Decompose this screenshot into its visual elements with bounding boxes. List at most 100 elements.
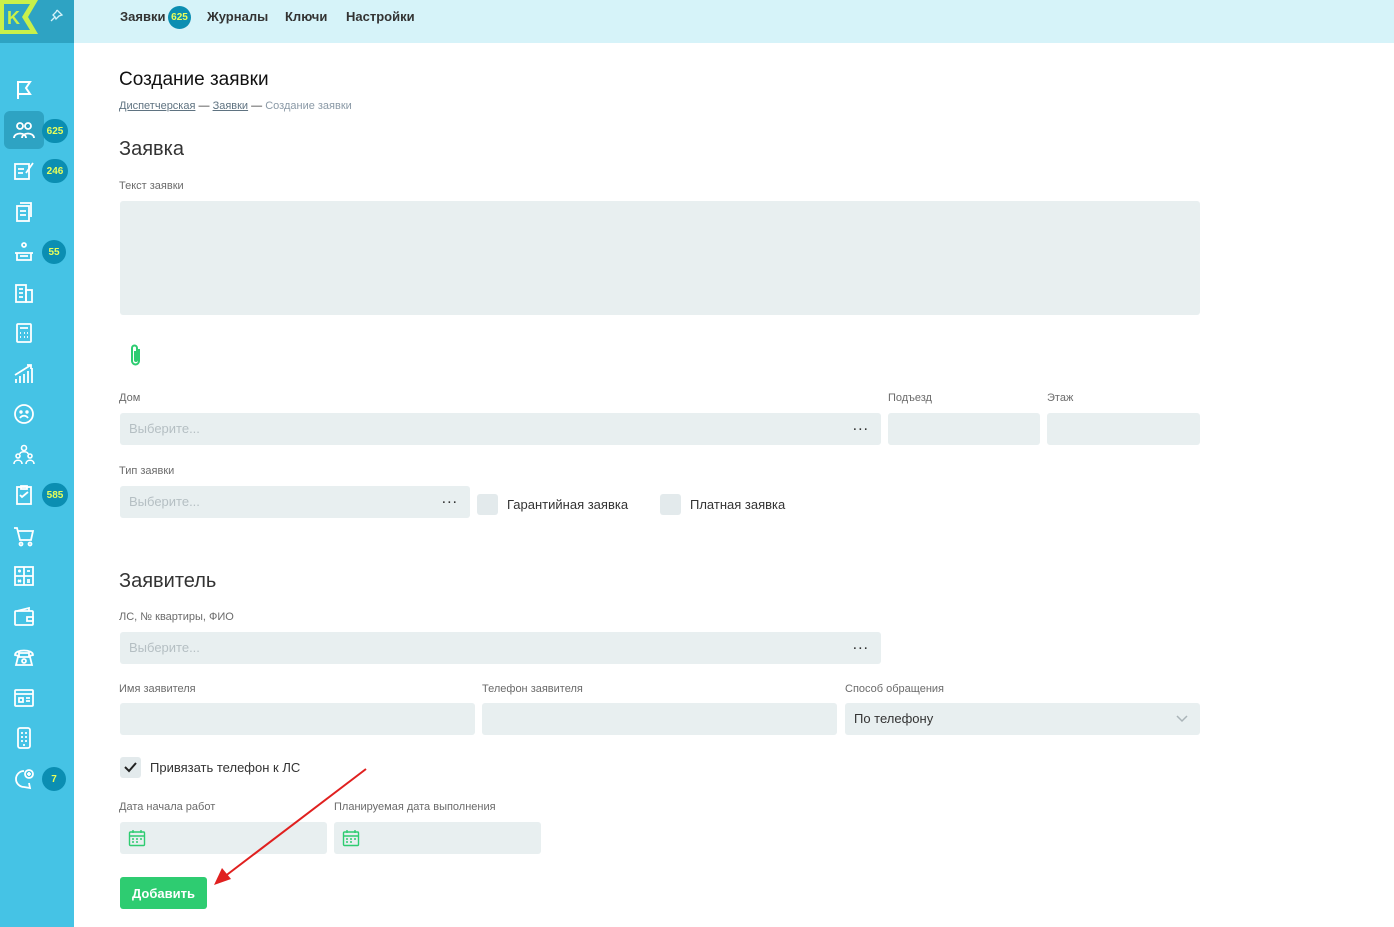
nav-item-settings[interactable]: Настройки — [346, 10, 415, 24]
sidebar-item-phone[interactable] — [4, 638, 44, 676]
sidebar-item-dashboard[interactable] — [4, 679, 44, 717]
nav-item-journals[interactable]: Журналы — [207, 10, 268, 24]
sidebar-item-chat[interactable] — [4, 760, 44, 798]
nav-badge-requests: 625 — [168, 6, 191, 29]
documents-icon — [16, 202, 32, 222]
team-icon — [13, 444, 35, 465]
service-icon — [15, 242, 33, 261]
floor-field[interactable] — [1047, 413, 1200, 445]
sidebar-item-documents[interactable] — [4, 193, 44, 231]
sidebar-item-complaints[interactable] — [4, 395, 44, 433]
sidebar-item-calculator[interactable] — [4, 314, 44, 352]
calendar-icon[interactable] — [342, 829, 360, 847]
logo-row: K — [0, 0, 74, 43]
dashboard-icon — [14, 689, 34, 707]
breadcrumb-separator: — — [251, 100, 263, 112]
checkmark-icon — [124, 762, 137, 773]
sidebar-badge-requests: 625 — [42, 119, 68, 143]
checklist-icon — [16, 485, 32, 505]
request-type-label: Тип заявки — [119, 465, 175, 477]
planned-date-label: Планируемая дата выполнения — [334, 801, 496, 813]
start-date-field[interactable] — [120, 822, 327, 854]
svg-text:K: K — [7, 8, 20, 28]
sidebar-item-flag[interactable] — [4, 71, 44, 109]
sidebar-badge-checklist: 585 — [42, 483, 68, 507]
applicant-name-label: Имя заявителя — [119, 683, 196, 695]
sidebar-item-tasks[interactable] — [4, 152, 44, 190]
request-type-select[interactable]: Выберите... ... — [120, 486, 470, 518]
house-label: Дом — [119, 392, 141, 404]
bind-phone-checkbox[interactable] — [120, 757, 141, 778]
start-date-label: Дата начала работ — [119, 801, 216, 813]
breadcrumb: Диспетчерская — Заявки — Создание заявки — [119, 100, 352, 112]
logo-icon[interactable]: K — [0, 0, 38, 34]
calc-grid-icon — [14, 566, 34, 586]
bind-phone-label[interactable]: Привязать телефон к ЛС — [150, 760, 300, 775]
contact-method-value: По телефону — [854, 711, 934, 726]
applicant-phone-field[interactable] — [482, 703, 837, 735]
breadcrumb-link-dispatch[interactable]: Диспетчерская — [119, 100, 195, 112]
warranty-label[interactable]: Гарантийная заявка — [507, 497, 628, 512]
paperclip-icon[interactable] — [126, 343, 146, 369]
sidebar-item-mobile[interactable] — [4, 719, 44, 757]
chat-add-icon — [15, 769, 34, 790]
sidebar-item-wallet[interactable] — [4, 598, 44, 636]
breadcrumb-link-requests[interactable]: Заявки — [213, 100, 249, 112]
edit-note-icon — [14, 162, 34, 180]
section-title-request: Заявка — [119, 138, 184, 160]
calendar-icon[interactable] — [128, 829, 146, 847]
sidebar-item-team[interactable] — [4, 436, 44, 474]
applicant-name-field[interactable] — [120, 703, 475, 735]
account-more-icon[interactable]: ... — [853, 636, 869, 654]
sidebar-item-shop[interactable] — [4, 517, 44, 555]
floor-label: Этаж — [1047, 392, 1074, 404]
sidebar-badge-tasks: 246 — [42, 159, 68, 183]
section-title-applicant: Заявитель — [119, 570, 217, 592]
request-text-label: Текст заявки — [119, 180, 184, 192]
add-button[interactable]: Добавить — [120, 877, 207, 909]
building-icon — [15, 284, 33, 303]
sidebar-item-services[interactable] — [4, 233, 44, 271]
applicant-phone-label: Телефон заявителя — [482, 683, 583, 695]
entrance-label: Подъезд — [888, 392, 932, 404]
house-select[interactable]: Выберите... ... — [120, 413, 881, 445]
account-label: ЛС, № квартиры, ФИО — [119, 611, 234, 623]
sidebar-item-checklist[interactable] — [4, 476, 44, 514]
page-title: Создание заявки — [119, 69, 269, 90]
house-more-icon[interactable]: ... — [853, 417, 869, 435]
calculator-icon — [16, 323, 32, 343]
breadcrumb-current: Создание заявки — [265, 100, 352, 112]
account-placeholder: Выберите... — [129, 640, 200, 655]
planned-date-field[interactable] — [334, 822, 541, 854]
wallet-icon — [14, 606, 34, 626]
phone-icon — [14, 649, 34, 666]
sidebar-item-analytics[interactable] — [4, 355, 44, 393]
house-placeholder: Выберите... — [129, 421, 200, 436]
flag-icon — [17, 81, 32, 99]
top-navigation: Заявки 625 Журналы Ключи Настройки — [74, 0, 1394, 43]
request-type-placeholder: Выберите... — [129, 494, 200, 509]
request-type-more-icon[interactable]: ... — [442, 490, 458, 508]
chart-icon — [14, 364, 33, 383]
nav-item-requests[interactable]: Заявки — [120, 10, 165, 24]
sidebar-item-buildings[interactable] — [4, 274, 44, 312]
sidebar-item-requests[interactable] — [4, 111, 44, 149]
cart-icon — [14, 527, 35, 547]
breadcrumb-separator: — — [198, 100, 210, 112]
entrance-field[interactable] — [888, 413, 1040, 445]
people-icon — [13, 122, 35, 139]
warranty-checkbox[interactable] — [477, 494, 498, 515]
paid-checkbox[interactable] — [660, 494, 681, 515]
contact-method-select[interactable]: По телефону — [845, 703, 1200, 735]
sad-face-icon — [14, 404, 34, 424]
sidebar-badge-services: 55 — [42, 240, 66, 264]
nav-item-keys[interactable]: Ключи — [285, 10, 327, 24]
contact-method-label: Способ обращения — [845, 683, 944, 695]
pin-icon[interactable] — [48, 8, 64, 24]
chevron-down-icon — [1176, 715, 1188, 723]
request-text-area[interactable] — [120, 201, 1200, 315]
mobile-icon — [17, 727, 31, 749]
account-select[interactable]: Выберите... ... — [120, 632, 881, 664]
paid-label[interactable]: Платная заявка — [690, 497, 785, 512]
sidebar-item-calc-grid[interactable] — [4, 557, 44, 595]
